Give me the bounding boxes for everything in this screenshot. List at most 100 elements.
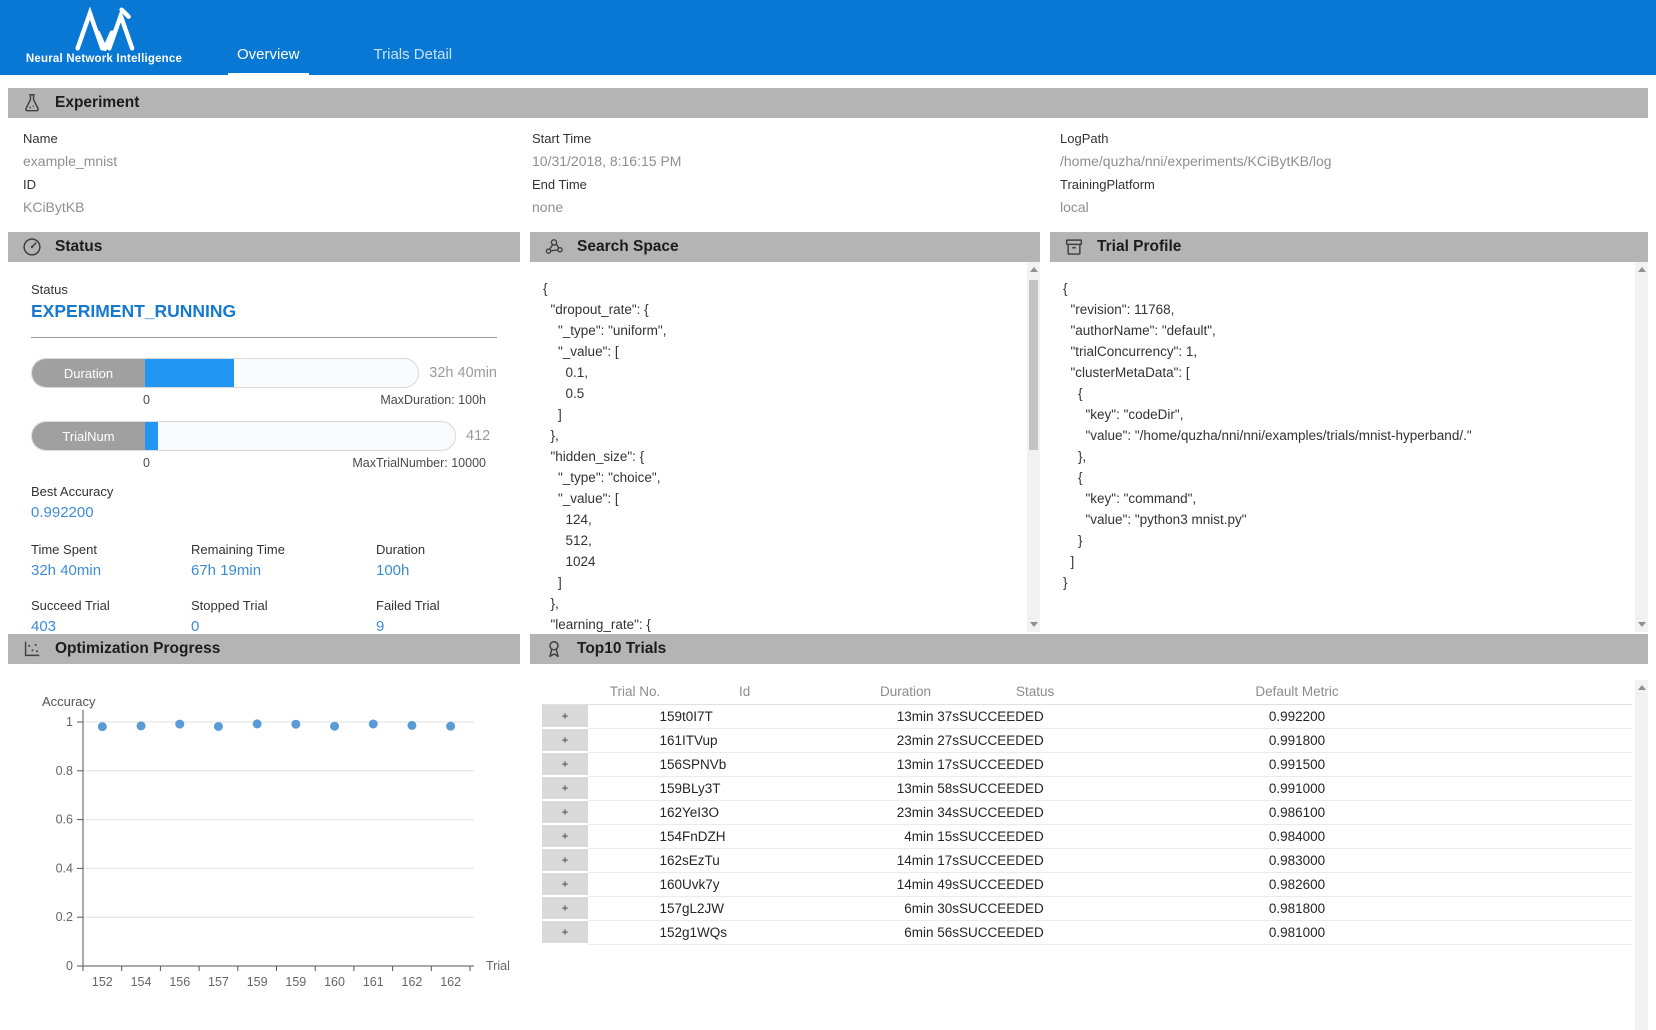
- scroll-up-arrow-icon[interactable]: [1635, 263, 1648, 276]
- default-metric-cell: 0.983000: [1102, 848, 1492, 872]
- status-cell: SUCCEEDED: [959, 872, 1102, 896]
- best-accuracy-label: Best Accuracy: [31, 484, 497, 499]
- stat-label: Time Spent: [31, 542, 191, 557]
- scatter-point: [98, 722, 107, 731]
- stat-duration: Duration100h: [376, 542, 497, 579]
- stat-label: Failed Trial: [376, 598, 497, 613]
- best-accuracy-value: 0.992200: [31, 504, 497, 521]
- experiment-title: Experiment: [55, 94, 139, 112]
- column-header: Id: [682, 680, 852, 704]
- expand-row-button[interactable]: +: [542, 800, 588, 824]
- search-space-scrollbar[interactable]: [1027, 262, 1040, 632]
- filler-cell: [1492, 824, 1632, 848]
- scroll-down-arrow-icon[interactable]: [1635, 618, 1648, 631]
- stat-failed-trial: Failed Trial 9: [376, 598, 497, 635]
- x-tick-label: 159: [285, 975, 306, 989]
- y-tick-label: 0.2: [56, 910, 73, 924]
- experiment-column: Start Time10/31/2018, 8:16:15 PMEnd Time…: [532, 127, 1060, 230]
- trial-id-cell: sEzTu: [682, 848, 852, 872]
- status-cell: SUCCEEDED: [959, 704, 1102, 728]
- progress-min-label: 0: [143, 456, 150, 470]
- expand-row-button[interactable]: +: [542, 704, 588, 728]
- filler-cell: [1492, 872, 1632, 896]
- table-row: +159BLy3T13min 58sSUCCEEDED0.991000: [542, 776, 1632, 800]
- expand-row-button[interactable]: +: [542, 872, 588, 896]
- progress-bar-row: TrialNum412: [31, 421, 497, 451]
- expand-row-button[interactable]: +: [542, 848, 588, 872]
- divider: [31, 337, 497, 338]
- top-navigation-bar: Neural Network Intelligence OverviewTria…: [0, 0, 1656, 75]
- expand-row-button[interactable]: +: [542, 728, 588, 752]
- stat-remaining-time: Remaining Time67h 19min: [191, 542, 376, 579]
- duration-cell: 13min 37s: [852, 704, 959, 728]
- status-section-header: Status: [8, 232, 520, 262]
- status-cell: SUCCEEDED: [959, 776, 1102, 800]
- field-label: TrainingPlatform: [1060, 173, 1656, 196]
- trial-id-cell: YeI3O: [682, 800, 852, 824]
- experiment-info: Nameexample_mnistIDKCiBytKBStart Time10/…: [0, 118, 1656, 230]
- default-metric-cell: 0.991800: [1102, 728, 1492, 752]
- scrollbar-thumb[interactable]: [1029, 280, 1038, 450]
- status-stats-grid: Time Spent32h 40minRemaining Time67h 19m…: [31, 542, 497, 635]
- gauge-icon: [21, 236, 43, 258]
- tab-trials-detail[interactable]: Trials Detail: [365, 46, 462, 75]
- status-cell: SUCCEEDED: [959, 728, 1102, 752]
- scroll-down-arrow-icon[interactable]: [1027, 618, 1040, 631]
- stat-label: Remaining Time: [191, 542, 376, 557]
- experiment-column: LogPath/home/quzha/nni/experiments/KCiBy…: [1060, 127, 1656, 230]
- top10-header-row: Trial No.IdDurationStatusDefault Metric: [542, 680, 1632, 704]
- default-metric-cell: 0.981000: [1102, 920, 1492, 944]
- search-space-section-header: Search Space: [530, 232, 1040, 262]
- trial-id-cell: t0I7T: [682, 704, 852, 728]
- scatter-point: [291, 720, 300, 729]
- duration-cell: 13min 17s: [852, 752, 959, 776]
- stat-value: 403: [31, 618, 191, 635]
- top10-scrollbar[interactable]: [1635, 680, 1648, 1030]
- expand-row-button[interactable]: +: [542, 896, 588, 920]
- default-metric-cell: 0.986100: [1102, 800, 1492, 824]
- expand-row-button[interactable]: +: [542, 776, 588, 800]
- progress-bar-track: [145, 422, 455, 450]
- stat-value: 9: [376, 618, 497, 635]
- field-value: none: [532, 196, 1060, 219]
- top10-trials-panel: Top10 Trials Trial No.IdDurationStatusDe…: [530, 634, 1648, 1030]
- x-tick-label: 154: [131, 975, 152, 989]
- field-value: local: [1060, 196, 1656, 219]
- y-tick-label: 1: [66, 715, 73, 729]
- expand-row-button[interactable]: +: [542, 752, 588, 776]
- panels-row-2: Optimization Progress Accuracy00.20.40.6…: [8, 634, 1648, 1030]
- scatter-icon: [21, 638, 43, 660]
- progress-bar-limits: 0MaxDuration: 100h: [31, 393, 486, 407]
- top10-table-rows: +159t0I7T13min 37sSUCCEEDED0.992200+161I…: [542, 704, 1632, 944]
- filler-cell: [1492, 896, 1632, 920]
- search-space-panel: Search Space { "dropout_rate": { "_type"…: [530, 232, 1040, 632]
- field-value: example_mnist: [23, 150, 532, 173]
- column-header: Trial No.: [588, 680, 682, 704]
- expand-row-button[interactable]: +: [542, 824, 588, 848]
- filler-cell: [1492, 920, 1632, 944]
- progress-bar-value: 32h 40min: [429, 365, 497, 381]
- top10-title: Top10 Trials: [577, 640, 666, 658]
- default-metric-cell: 0.982600: [1102, 872, 1492, 896]
- tab-overview[interactable]: Overview: [228, 46, 309, 75]
- trial-profile-scrollbar[interactable]: [1635, 262, 1648, 632]
- scroll-up-arrow-icon[interactable]: [1027, 263, 1040, 276]
- trial-no-cell: 157: [588, 896, 682, 920]
- x-tick-label: 161: [363, 975, 384, 989]
- duration-cell: 4min 15s: [852, 824, 959, 848]
- trial-no-cell: 159: [588, 776, 682, 800]
- status-cell: SUCCEEDED: [959, 752, 1102, 776]
- field-label: End Time: [532, 173, 1060, 196]
- y-tick-label: 0.6: [56, 813, 73, 827]
- trial-profile-title: Trial Profile: [1097, 238, 1181, 256]
- column-header: Status: [959, 680, 1102, 704]
- scroll-up-arrow-icon[interactable]: [1635, 681, 1648, 694]
- x-tick-label: 156: [169, 975, 190, 989]
- duration-cell: 23min 27s: [852, 728, 959, 752]
- progress-bar-fill: [145, 422, 158, 450]
- nni-dashboard: Neural Network Intelligence OverviewTria…: [0, 0, 1656, 1030]
- expand-row-button[interactable]: +: [542, 920, 588, 944]
- status-cell: SUCCEEDED: [959, 920, 1102, 944]
- x-axis-title: Trial: [486, 959, 510, 973]
- duration-cell: 14min 49s: [852, 872, 959, 896]
